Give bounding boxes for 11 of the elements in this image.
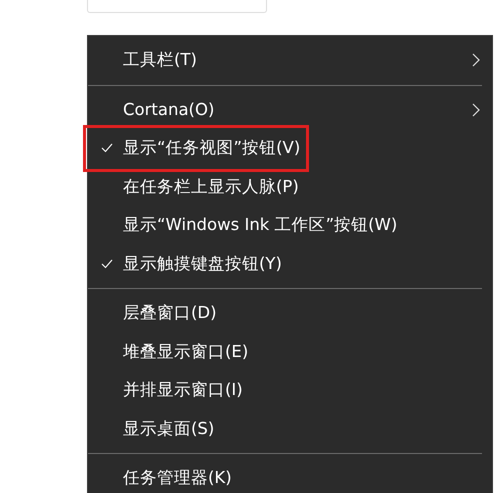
menu-item[interactable]: Cortana(O) bbox=[88, 90, 492, 129]
menu-item[interactable]: 显示触摸键盘按钮(Y) bbox=[88, 244, 492, 283]
menu-item[interactable]: 任务管理器(K) bbox=[88, 459, 492, 493]
menu-item[interactable]: 并排显示窗口(I) bbox=[88, 371, 492, 410]
menu-item[interactable]: 显示“任务视图”按钮(V) bbox=[88, 129, 492, 168]
menu-item[interactable]: 堆叠显示窗口(E) bbox=[88, 332, 492, 371]
menu-item[interactable]: 显示“Windows Ink 工作区”按钮(W) bbox=[88, 206, 492, 244]
menu-item[interactable]: 在任务栏上显示人脉(P) bbox=[88, 168, 492, 206]
menu-item[interactable]: 工具栏(T) bbox=[88, 41, 492, 80]
menu-item[interactable]: 层叠窗口(D) bbox=[88, 294, 492, 332]
menu-item[interactable]: 显示桌面(S) bbox=[88, 410, 492, 448]
